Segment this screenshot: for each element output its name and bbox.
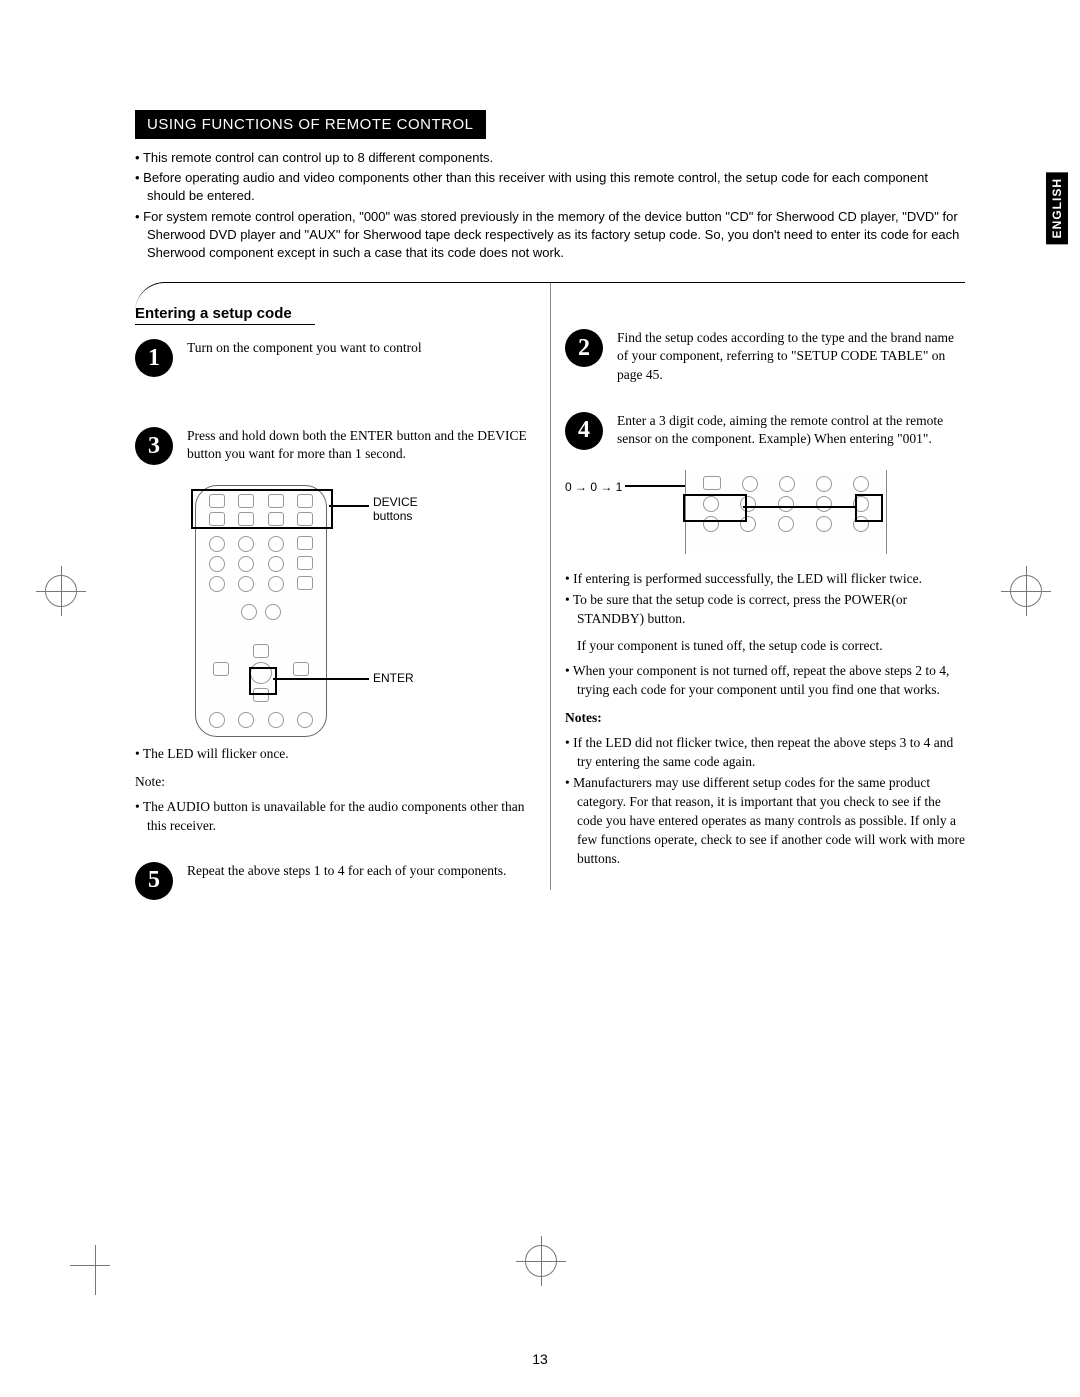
body-bullet: If entering is performed successfully, t…: [565, 570, 965, 589]
body-bullet: When your component is not turned off, r…: [565, 662, 965, 700]
intro-bullet: Before operating audio and video compone…: [135, 169, 965, 205]
registration-mark: [525, 1245, 557, 1277]
step-5: 5 Repeat the above steps 1 to 4 for each…: [135, 862, 535, 900]
step-text: Enter a 3 digit code, aiming the remote …: [617, 412, 965, 450]
crop-mark: [95, 1245, 96, 1295]
enter-label: ENTER: [373, 671, 414, 685]
step-number-badge: 2: [565, 329, 603, 367]
step-number-badge: 4: [565, 412, 603, 450]
body-bullet: To be sure that the setup code is correc…: [565, 591, 965, 629]
step-number-badge: 5: [135, 862, 173, 900]
step-text: Repeat the above steps 1 to 4 for each o…: [187, 862, 506, 900]
step-text: Find the setup codes according to the ty…: [617, 329, 965, 384]
body-list: The AUDIO button is unavailable for the …: [135, 798, 535, 836]
right-column: 2 Find the setup codes according to the …: [565, 301, 965, 920]
notes-bullet: Manufacturers may use different setup co…: [565, 774, 965, 868]
step-4: 4 Enter a 3 digit code, aiming the remot…: [565, 412, 965, 450]
body-list: When your component is not turned off, r…: [565, 662, 965, 700]
left-column: Entering a setup code 1 Turn on the comp…: [135, 301, 535, 920]
body-list: The LED will flicker once.: [135, 745, 535, 764]
step-text: Press and hold down both the ENTER butto…: [187, 427, 535, 465]
step-text: Turn on the component you want to contro…: [187, 339, 422, 377]
remote-snippet-illustration: 0 → 0 → 1: [565, 470, 935, 560]
crop-mark: [70, 1265, 110, 1266]
device-buttons-label: DEVICE buttons: [373, 495, 435, 523]
intro-bullet: This remote control can control up to 8 …: [135, 149, 965, 167]
step-number-badge: 3: [135, 427, 173, 465]
step-2: 2 Find the setup codes according to the …: [565, 329, 965, 384]
remote-illustration: DEVICE buttons ENTER: [175, 485, 435, 735]
notes-label: Notes:: [565, 710, 965, 726]
body-bullet: The LED will flicker once.: [135, 745, 535, 764]
step-3: 3 Press and hold down both the ENTER but…: [135, 427, 535, 465]
body-bullet: The AUDIO button is unavailable for the …: [135, 798, 535, 836]
intro-bullet: For system remote control operation, "00…: [135, 208, 965, 263]
note-label: Note:: [135, 774, 535, 790]
notes-list: If the LED did not flicker twice, then r…: [565, 734, 965, 868]
notes-bullet: If the LED did not flicker twice, then r…: [565, 734, 965, 772]
section-header: USING FUNCTIONS OF REMOTE CONTROL: [135, 110, 486, 139]
body-list: If entering is performed successfully, t…: [565, 570, 965, 629]
plain-line: If your component is tuned off, the setu…: [565, 638, 965, 654]
step-1: 1 Turn on the component you want to cont…: [135, 339, 535, 377]
intro-list: This remote control can control up to 8 …: [135, 149, 965, 262]
page-number: 13: [0, 1351, 1080, 1367]
step-number-badge: 1: [135, 339, 173, 377]
subsection-title: Entering a setup code: [135, 305, 315, 325]
example-sequence-label: 0 → 0 → 1: [565, 480, 622, 494]
